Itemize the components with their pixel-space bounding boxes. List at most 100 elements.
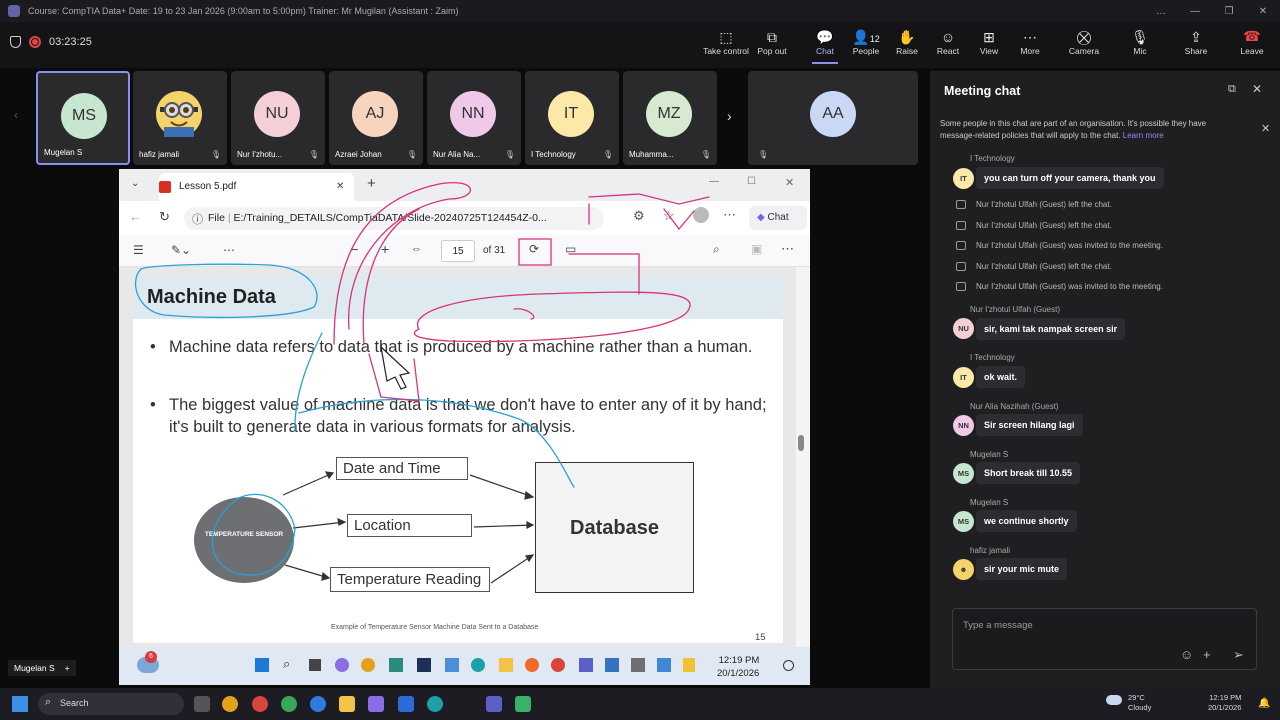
task-view-icon[interactable] bbox=[194, 696, 210, 712]
new-tab-icon[interactable]: + bbox=[367, 175, 376, 192]
chat-message[interactable]: we continue shortly bbox=[976, 510, 1077, 532]
participant-tile[interactable]: MS Mugelan S bbox=[36, 71, 130, 165]
maximize-button[interactable]: ❐ bbox=[1212, 6, 1246, 17]
send-icon[interactable]: ➢ bbox=[1233, 647, 1244, 663]
copilot-chat-button[interactable]: ◆ Chat bbox=[749, 206, 807, 230]
camera-button[interactable]: ⛒ Camera bbox=[1059, 28, 1109, 56]
search-icon[interactable]: ⌕ bbox=[713, 242, 720, 257]
add-icon[interactable]: + bbox=[65, 663, 70, 673]
chrome-icon[interactable] bbox=[551, 658, 565, 672]
pop-out-button[interactable]: ⧉ Pop out bbox=[747, 28, 797, 56]
chat-message[interactable]: ok wait. bbox=[976, 366, 1026, 388]
browser-tab[interactable]: Lesson 5.pdf ✕ bbox=[159, 173, 354, 201]
highlight-icon[interactable]: ✎⌄ bbox=[171, 243, 191, 257]
chat-message[interactable]: Short break till 10.55 bbox=[976, 462, 1081, 484]
app-icon[interactable] bbox=[389, 658, 403, 672]
dismiss-notice-icon[interactable]: ✕ bbox=[1261, 122, 1270, 135]
chrome-icon[interactable] bbox=[222, 696, 238, 712]
address-bar[interactable]: ⓘ File | E:/Training_DETAILS/CompTiaDATA… bbox=[184, 207, 604, 230]
windows-start-icon[interactable] bbox=[12, 696, 28, 712]
participant-tile[interactable]: NN Nur Alia Na... 🎙 bbox=[427, 71, 521, 165]
close-icon[interactable]: ✕ bbox=[785, 176, 794, 189]
close-button[interactable]: ✕ bbox=[1246, 6, 1280, 17]
refresh-icon[interactable]: ↻ bbox=[159, 209, 170, 225]
participant-tile[interactable]: AJ Azraei Johan 🎙 bbox=[329, 71, 423, 165]
share-button[interactable]: ⇪ Share bbox=[1171, 28, 1221, 56]
contents-icon[interactable]: ☰ bbox=[133, 243, 144, 257]
taskbar-clock[interactable]: 12:19 PM 20/1/2026 bbox=[1208, 693, 1241, 713]
more-icon[interactable]: ⋯ bbox=[781, 241, 794, 257]
edge-icon[interactable] bbox=[471, 658, 485, 672]
page-view-icon[interactable]: ▭ bbox=[565, 242, 576, 256]
participant-tile[interactable]: AA 🎙 bbox=[748, 71, 918, 165]
app-icon[interactable] bbox=[657, 658, 671, 672]
back-icon[interactable]: ← bbox=[129, 209, 142, 224]
notification-bell-icon[interactable]: 🔔 bbox=[1258, 698, 1270, 709]
pop-out-chat-icon[interactable]: ⧉ bbox=[1228, 83, 1236, 96]
app-icon[interactable] bbox=[368, 696, 384, 712]
more-icon[interactable]: … bbox=[1144, 6, 1178, 17]
zoom-out-icon[interactable]: − bbox=[351, 242, 359, 257]
favorites-icon[interactable]: ☆ bbox=[663, 208, 675, 224]
rotate-icon[interactable]: ⟳ bbox=[529, 242, 539, 256]
participant-tile[interactable]: NU Nur I'zhotu... 🎙 bbox=[231, 71, 325, 165]
word-icon[interactable] bbox=[417, 658, 431, 672]
edge-icon[interactable] bbox=[427, 696, 443, 712]
more-button[interactable]: ⋯ More bbox=[1005, 28, 1055, 56]
vertical-scrollbar[interactable] bbox=[796, 267, 810, 647]
participant-tile[interactable]: IT I Technology 🎙 bbox=[525, 71, 619, 165]
strip-prev-icon[interactable]: ‹ bbox=[14, 108, 18, 122]
scroll-thumb[interactable] bbox=[798, 435, 804, 451]
app-icon[interactable] bbox=[515, 696, 531, 712]
learn-more-link[interactable]: Learn more bbox=[1123, 131, 1164, 140]
app-icon[interactable] bbox=[445, 658, 459, 672]
strip-next-icon[interactable]: › bbox=[727, 108, 732, 124]
chat-message[interactable]: sir your mic mute bbox=[976, 558, 1068, 580]
teams-icon[interactable] bbox=[486, 696, 502, 712]
emoji-icon[interactable]: ☺ bbox=[1180, 647, 1193, 662]
message-compose-box[interactable]: Type a message ☺ + ➢ bbox=[952, 608, 1257, 670]
more-tools-icon[interactable]: ⋯ bbox=[223, 243, 235, 257]
notification-icon[interactable] bbox=[783, 660, 794, 671]
chat-message[interactable]: sir, kami tak nampak screen sir bbox=[976, 318, 1126, 340]
participant-tile[interactable]: MZ Muhamma... 🎙 bbox=[623, 71, 717, 165]
task-view-icon[interactable] bbox=[309, 659, 321, 671]
windows-start-icon[interactable] bbox=[255, 658, 269, 672]
minimize-button[interactable]: — bbox=[1178, 6, 1212, 17]
participant-tile[interactable]: hafiz jamali 🎙 bbox=[133, 71, 227, 165]
chrome-icon[interactable] bbox=[310, 696, 326, 712]
take-control-button[interactable]: ⬚ Take control bbox=[701, 28, 751, 56]
settings-icon[interactable] bbox=[631, 658, 645, 672]
app-icon[interactable] bbox=[605, 658, 619, 672]
close-chat-icon[interactable]: ✕ bbox=[1252, 82, 1262, 96]
plus-icon[interactable]: + bbox=[1203, 647, 1211, 662]
file-icon[interactable] bbox=[683, 658, 695, 672]
close-tab-icon[interactable]: ✕ bbox=[336, 181, 344, 192]
zoom-in-icon[interactable]: + bbox=[381, 241, 389, 257]
page-number-input[interactable]: 15 bbox=[441, 240, 475, 262]
chrome-icon[interactable] bbox=[281, 696, 297, 712]
tab-actions-icon[interactable]: ⌄ bbox=[131, 178, 139, 189]
search-icon[interactable]: ⌕ bbox=[283, 656, 290, 672]
chat-message[interactable]: Sir screen hilang lagi bbox=[976, 414, 1083, 436]
firefox-icon[interactable] bbox=[525, 658, 539, 672]
leave-button[interactable]: ☎ Leave bbox=[1232, 28, 1272, 56]
copilot-icon[interactable] bbox=[335, 658, 349, 672]
chrome-icon[interactable] bbox=[252, 696, 268, 712]
minimize-icon[interactable]: — bbox=[709, 176, 719, 187]
taskbar-search[interactable]: ⌕ Search bbox=[38, 693, 184, 715]
remote-desktop-icon[interactable] bbox=[398, 696, 414, 712]
chat-message[interactable]: you can turn off your camera, thank you bbox=[976, 167, 1164, 189]
mic-button[interactable]: 🎙 Mic bbox=[1115, 28, 1165, 56]
chrome-icon[interactable] bbox=[361, 658, 375, 672]
extension-icon[interactable]: ⚙ bbox=[633, 208, 645, 224]
folder-icon[interactable] bbox=[499, 658, 513, 672]
teams-icon[interactable] bbox=[579, 658, 593, 672]
weather-widget[interactable]: 29°C Cloudy bbox=[1106, 693, 1151, 713]
save-icon[interactable]: ▣ bbox=[751, 242, 762, 256]
more-icon[interactable]: ⋯ bbox=[723, 207, 736, 223]
fit-page-icon[interactable]: ⇔ bbox=[411, 243, 422, 255]
folder-icon[interactable] bbox=[339, 696, 355, 712]
profile-icon[interactable] bbox=[693, 207, 709, 223]
maximize-icon[interactable]: ☐ bbox=[747, 176, 756, 187]
